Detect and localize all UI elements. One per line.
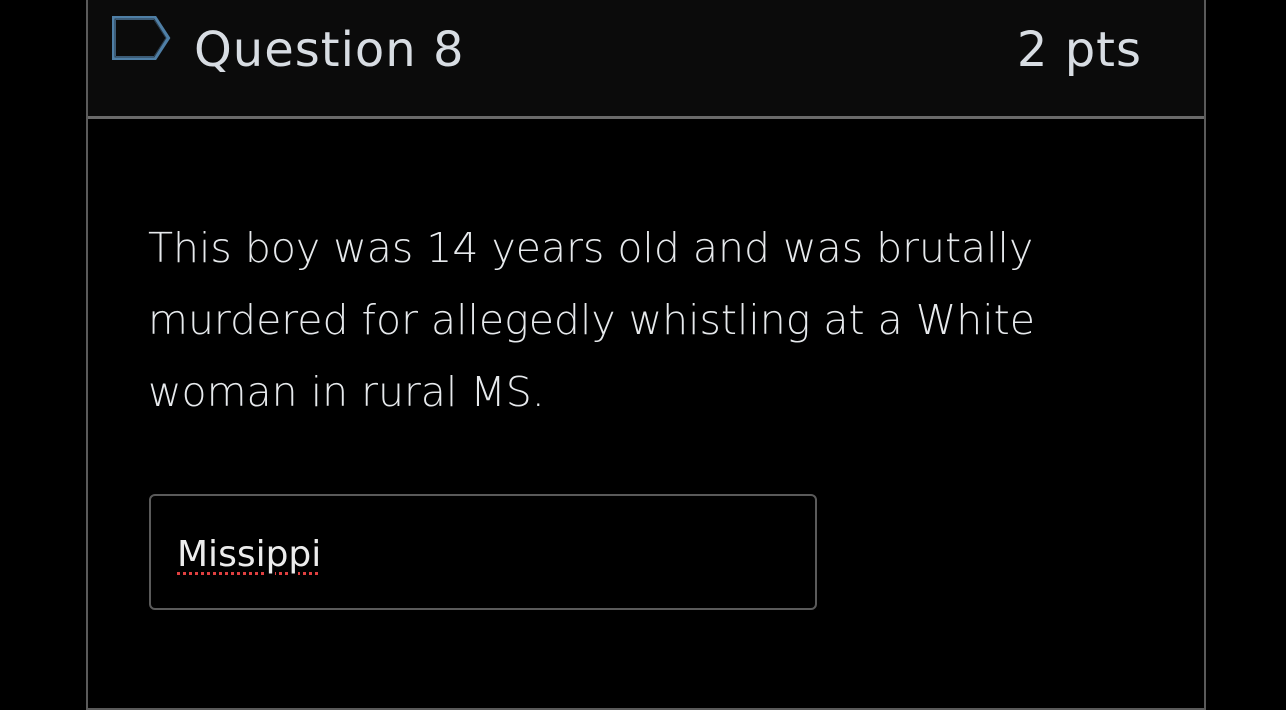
question-header: Question 8 2 pts [88, 0, 1204, 119]
question-title: Question 8 [194, 22, 465, 78]
answer-input[interactable]: Missippi [149, 494, 817, 610]
question-text: This boy was 14 years old and was brutal… [148, 224, 1035, 416]
question-card: Question 8 2 pts This boy was 14 years o… [86, 0, 1206, 710]
question-points: 2 pts [1016, 22, 1142, 78]
flag-question-icon[interactable] [111, 12, 173, 64]
answer-value[interactable]: Missippi [177, 532, 321, 578]
